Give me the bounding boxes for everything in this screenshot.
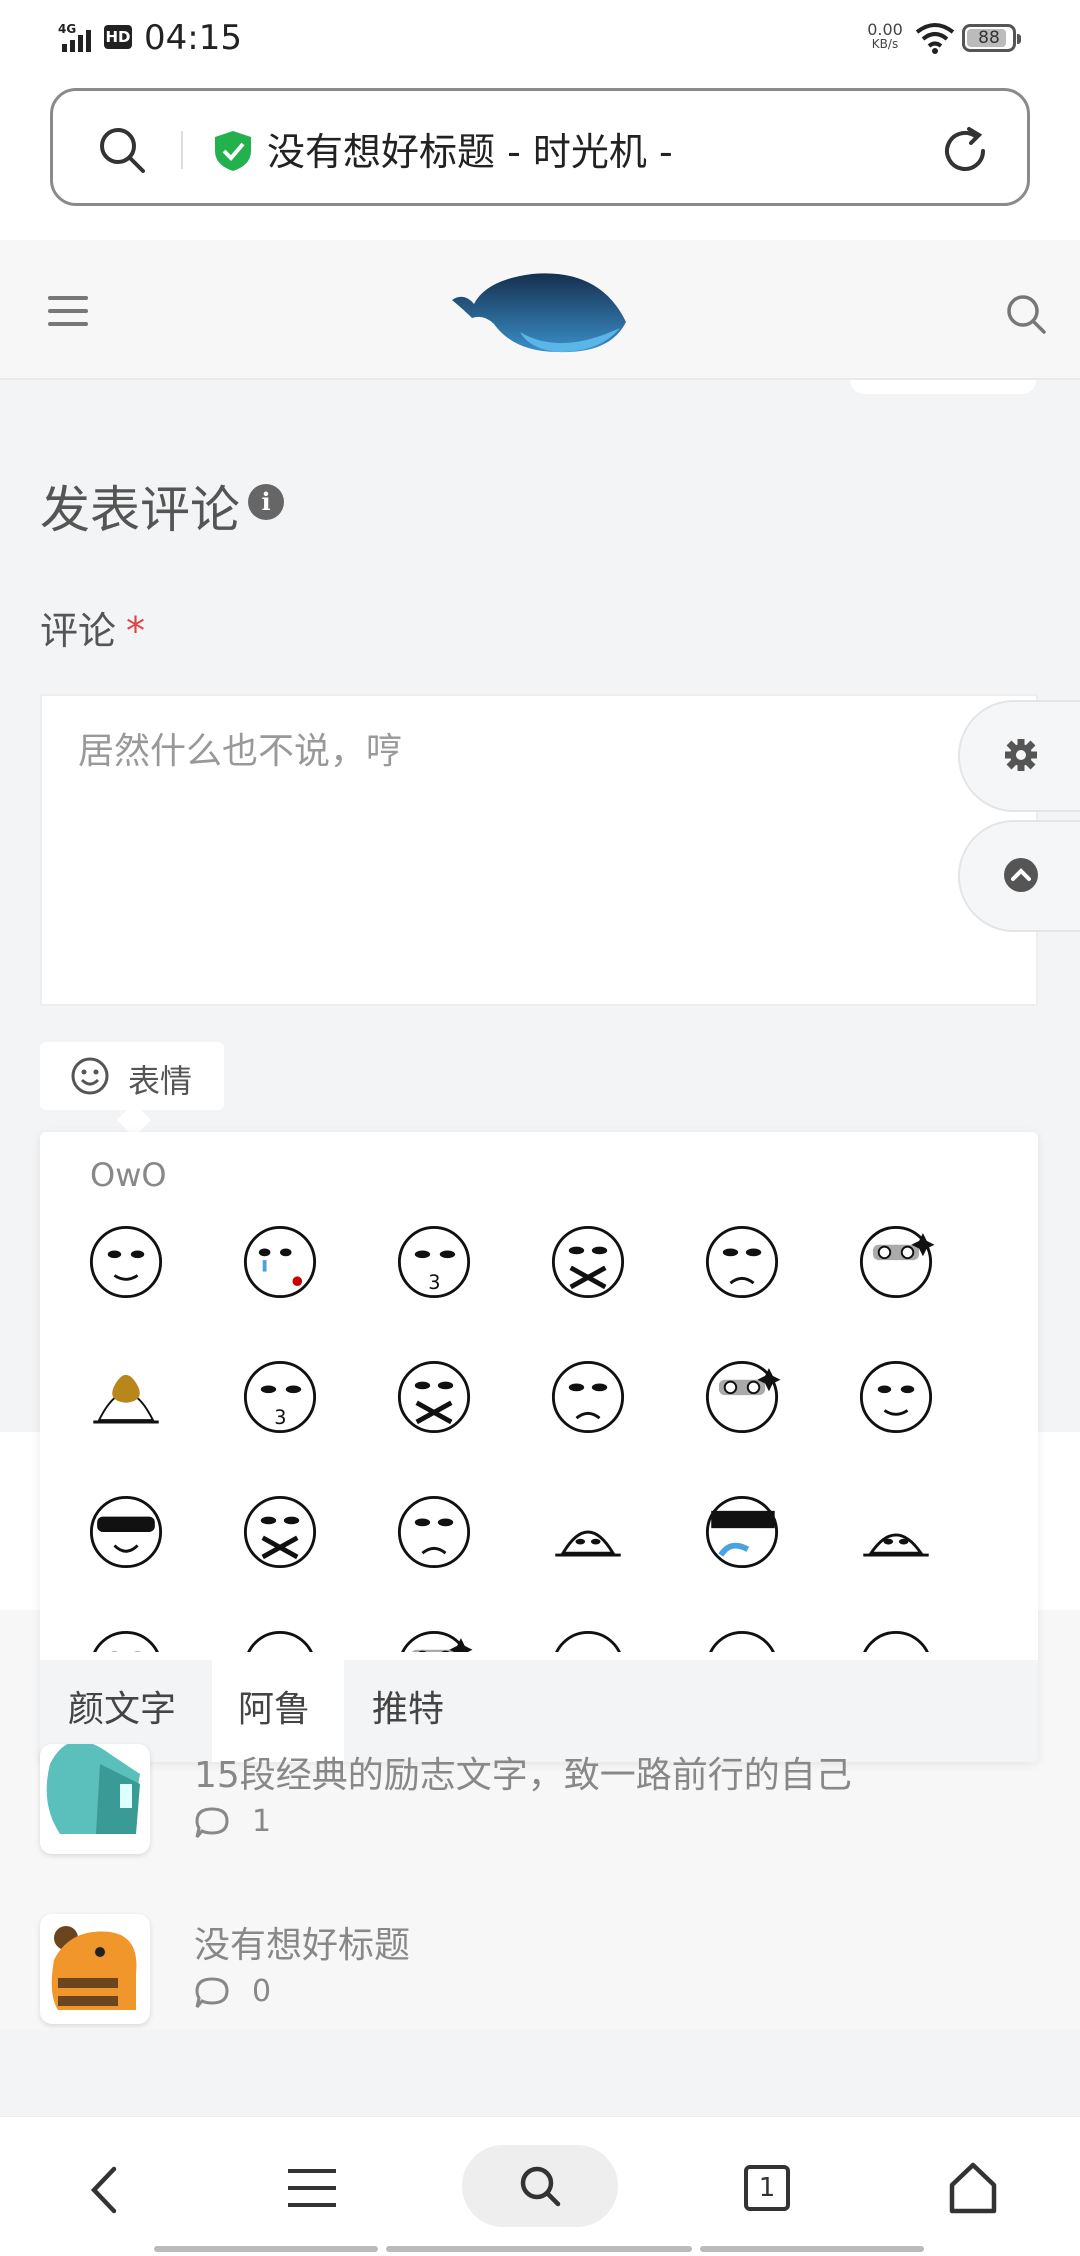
whale-logo[interactable] [450,262,630,358]
browser-bottom-nav: 1 [0,2116,1080,2256]
divider [181,131,183,169]
signal-icon: 4G [58,22,91,52]
emoji-便便[interactable] [76,1347,176,1447]
emoji-黑线[interactable] [846,1482,946,1582]
post-title[interactable]: 15段经典的励志文字，致一路前行的自己 [194,1746,852,1798]
scroll-top-button[interactable] [958,820,1080,932]
comment-placeholder: 居然什么也不说，哼 [78,731,403,772]
emoji-献吻[interactable]: 3 [384,1212,484,1312]
svg-text:3: 3 [428,1271,440,1294]
gear-icon [1005,739,1037,771]
post-title[interactable]: 没有想好标题 [194,1916,410,1968]
emoji-观察[interactable] [230,1482,330,1582]
back-icon[interactable] [84,2163,124,2217]
emoji-哭泣[interactable]: 3 [230,1347,330,1447]
emoji-亲亲[interactable] [538,1617,638,1652]
header-tab-hint [850,380,1036,394]
form-title: 发表评论 [40,481,240,539]
search-icon[interactable] [97,125,147,175]
emoji-咧嘴[interactable] [692,1347,792,1447]
reload-icon[interactable] [939,125,991,177]
battery-icon: 88 [962,24,1021,52]
emoji-阴暗[interactable] [538,1347,638,1447]
emoji-吐血[interactable] [230,1212,330,1312]
chevron-up-icon [1004,858,1038,892]
svg-text:4G: 4G [58,22,76,36]
page-title[interactable]: 没有想好标题 - 时光机 - [267,121,673,176]
site-search-icon[interactable] [1004,292,1048,336]
comment-count: 0 [252,1974,272,2009]
comment-textarea[interactable]: 居然什么也不说，哼 [40,694,1038,1692]
menu-icon[interactable] [288,2169,336,2209]
post-thumbnail[interactable] [40,1914,150,2024]
comment-count: 1 [252,1804,272,1839]
emoji-得意[interactable] [846,1212,946,1312]
emoji-无语[interactable]: 3 [846,1617,946,1652]
smiley-icon [71,1057,109,1095]
post-thumbnail[interactable] [40,1744,150,1854]
emoji-墨镜哭[interactable] [384,1482,484,1582]
settings-button[interactable] [958,700,1080,812]
emoji-汗[interactable] [384,1617,484,1652]
gesture-bar [700,2246,924,2252]
emoji-眼泪[interactable] [76,1617,176,1652]
list-item[interactable]: 没有想好标题 0 [40,1914,1040,2024]
menu-icon[interactable] [48,296,88,326]
emoji-button[interactable]: 表情 [40,1042,224,1110]
wifi-icon [915,23,955,54]
emoji-不说话[interactable] [538,1212,638,1312]
search-icon [520,2166,561,2207]
status-bar: 4G HD 04:15 0.00 KB/s 88 [0,0,1080,80]
emoji-装大款[interactable] [538,1482,638,1582]
gesture-bar [386,2246,692,2252]
tabs-button[interactable]: 1 [744,2165,790,2211]
emoji-害羞[interactable] [692,1617,792,1652]
status-time: 04:15 [144,18,242,58]
site-header [0,240,1080,380]
emoji-panel: OwO 333 颜文字 阿鲁 推特 [40,1132,1038,1762]
comment-icon [195,1977,229,2008]
emoji-中指[interactable] [76,1212,176,1312]
hd-badge: HD [104,25,132,49]
list-item[interactable]: 15段经典的励志文字，致一路前行的自己 1 [40,1744,1040,1854]
emoji-无所谓[interactable] [846,1347,946,1447]
svg-text:3: 3 [274,1406,286,1429]
home-icon[interactable] [948,2161,998,2215]
emoji-喷血[interactable] [692,1482,792,1582]
info-icon[interactable]: i [248,484,284,520]
required-mark: * [126,609,146,653]
emoji-不高兴[interactable] [692,1212,792,1312]
emoji-投降[interactable] [76,1482,176,1582]
emoji-惊吓[interactable] [230,1617,330,1652]
security-shield-icon[interactable] [213,129,253,173]
network-speed: 0.00 KB/s [867,20,903,52]
emoji-grid: 3 3 3 [76,1212,1006,1652]
gesture-bar [154,2246,378,2252]
emoji-panel-title: OwO [90,1156,167,1194]
emoji-捂脸[interactable] [384,1347,484,1447]
search-button[interactable] [462,2145,618,2227]
comment-label: 评论 * [40,609,146,653]
comment-icon [195,1807,229,1838]
browser-toolbar: 没有想好标题 - 时光机 - [0,80,1080,240]
address-bar[interactable]: 没有想好标题 - 时光机 - [50,88,1030,206]
